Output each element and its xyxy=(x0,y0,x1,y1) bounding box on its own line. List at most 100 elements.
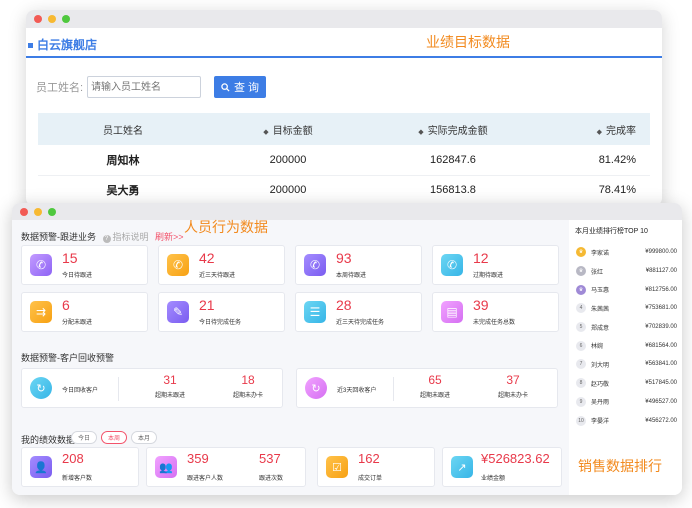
recycle-section-title: 数据预警-客户回收预警 xyxy=(21,353,114,363)
employee-search-input[interactable] xyxy=(87,76,202,98)
minimize-dot[interactable] xyxy=(34,207,42,216)
metric-explanation[interactable]: ? 指标说明 xyxy=(102,232,149,243)
ranking-sidebar: 本月业绩排行榜TOP 10 ♛ 李家诺 ¥999800.00 ♛ 张红 ¥881127.… xyxy=(569,220,682,495)
perf-amount[interactable]: ↗ ¥526823.62 业绩金额 xyxy=(442,447,562,487)
phone-icon: ✆ xyxy=(167,254,189,276)
rank-amount: ¥753681.00 xyxy=(645,305,677,312)
task-card-total[interactable]: ▤ 39 未完成任务总数 xyxy=(432,292,559,332)
maximize-dot[interactable] xyxy=(62,15,70,23)
recycle-today-card[interactable]: ↻ 今日回收客户 31 超期未跟进 18 超期未办卡 xyxy=(21,368,283,408)
table-row[interactable]: 吴大勇 200000 156813.8 78.41% xyxy=(38,175,650,206)
ranking-row[interactable]: 4 朱茜茜 ¥753681.00 xyxy=(573,299,679,318)
rank-name: 李家诺 xyxy=(591,250,610,257)
task-card-3days[interactable]: ☰ 28 近三天待完成任务 xyxy=(295,292,422,332)
stat-label: 超期未跟进 xyxy=(419,393,450,399)
chart-icon: ↗ xyxy=(451,456,473,478)
rank-amount: ¥999800.00 xyxy=(645,249,677,256)
tab-week[interactable]: 本周 xyxy=(101,431,128,444)
tab-today[interactable]: 今日 xyxy=(71,431,98,444)
close-dot[interactable] xyxy=(34,15,42,23)
tab-month[interactable]: 本月 xyxy=(131,431,158,444)
rank-name: 郑成意 xyxy=(591,325,610,332)
recycle-stat: 37 超期未办卡 xyxy=(483,373,543,399)
rank-name: 吴丹雨 xyxy=(591,400,610,407)
callout-behavior-data: 人员行为数据 xyxy=(184,220,268,236)
cell-actual: 162847.6 xyxy=(368,145,538,176)
task-card-today[interactable]: ✎ 21 今日待完成任务 xyxy=(158,292,285,332)
sort-icon: ◆ xyxy=(418,128,424,136)
stage: 白云旗舰店 业绩目标数据 员工姓名: 查 询 员工姓名 ◆目标金额 ◆实际完成金… xyxy=(0,0,692,508)
rank-number: 8 xyxy=(576,378,586,389)
card-value: 28 xyxy=(336,297,352,313)
medal-bronze-icon: ♛ xyxy=(576,284,586,295)
rank-number: 5 xyxy=(576,322,586,333)
ranking-row[interactable]: ♛ 张红 ¥881127.00 xyxy=(573,262,679,281)
medal-silver-icon: ♛ xyxy=(576,266,586,277)
card-value: 93 xyxy=(336,250,352,266)
minimize-dot[interactable] xyxy=(48,15,56,23)
perf-new-customers[interactable]: 👤 208 新增客户数 xyxy=(21,447,139,487)
phone-icon: ✆ xyxy=(441,254,463,276)
clipboard-icon: ☑ xyxy=(326,456,348,478)
ranking-row[interactable]: 5 郑成意 ¥702839.00 xyxy=(573,318,679,337)
query-button-label: 查 询 xyxy=(233,82,260,94)
recycle-stat: 18 超期未办卡 xyxy=(218,373,278,399)
maximize-dot[interactable] xyxy=(48,207,56,216)
rank-number: 4 xyxy=(576,303,586,314)
table-row[interactable]: 周知林 200000 162847.6 81.42% xyxy=(38,145,650,176)
medal-gold-icon: ♛ xyxy=(576,247,586,258)
metric-explanation-label: 指标说明 xyxy=(112,232,149,242)
col-header-label: 实际完成金额 xyxy=(427,125,488,137)
group-icon: 👥 xyxy=(155,456,177,478)
sort-icon: ◆ xyxy=(263,128,269,136)
stat-value: 31 xyxy=(163,373,177,387)
ranking-row[interactable]: 6 林婉 ¥681564.00 xyxy=(573,336,679,355)
perf-label: 成交订单 xyxy=(358,476,383,482)
recycle-icon: ↻ xyxy=(30,377,52,399)
followup-title: 数据预警-跟进业务 xyxy=(21,232,96,242)
ranking-row[interactable]: 10 李晏洋 ¥456272.00 xyxy=(573,411,679,430)
followup-card-3days[interactable]: ✆ 42 近三天待跟进 xyxy=(158,245,285,285)
ranking-row[interactable]: 7 刘大明 ¥563841.00 xyxy=(573,355,679,374)
recycle-3days-card[interactable]: ↻ 近3天回收客户 65 超期未跟进 37 超期未办卡 xyxy=(296,368,558,408)
col-header-actual[interactable]: ◆ 实际完成金额 xyxy=(368,113,538,145)
stat-value: 37 xyxy=(506,373,520,387)
query-button[interactable]: 查 询 xyxy=(214,76,266,98)
col-header-label: 员工姓名 xyxy=(103,125,143,137)
ranking-title: 本月业绩排行榜TOP 10 xyxy=(575,228,648,235)
table-header-row: 员工姓名 ◆ 目标金额 ◆ 实际完成金额 ◆ 完成率 xyxy=(38,113,650,145)
col-header-rate[interactable]: ◆ 完成率 xyxy=(538,113,650,145)
sort-icon: ◆ xyxy=(596,128,602,136)
stat-value: 65 xyxy=(428,373,442,387)
store-name: 白云旗舰店 xyxy=(28,36,97,53)
perf-label: 新增客户数 xyxy=(62,476,93,482)
rank-name: 李晏洋 xyxy=(591,419,610,426)
ranking-row[interactable]: ♛ 李家诺 ¥999800.00 xyxy=(573,243,679,262)
followup-card-expired[interactable]: ✆ 12 过期待跟进 xyxy=(432,245,559,285)
cell-actual: 156813.8 xyxy=(368,175,538,206)
followup-card-week[interactable]: ✆ 93 本周待跟进 xyxy=(295,245,422,285)
col-header-name[interactable]: 员工姓名 xyxy=(38,113,208,145)
perf-orders[interactable]: ☑ 162 成交订单 xyxy=(317,447,435,487)
followup-card-today[interactable]: ✆ 15 今日待跟进 xyxy=(21,245,148,285)
rank-name: 张红 xyxy=(591,269,604,276)
col-header-target[interactable]: ◆ 目标金额 xyxy=(208,113,368,145)
ranking-row[interactable]: 9 吴丹雨 ¥496527.00 xyxy=(573,393,679,412)
recycle-icon: ↻ xyxy=(305,377,327,399)
recycle-label: 近3天回收客户 xyxy=(337,388,377,394)
perf-value: 537 xyxy=(259,451,281,466)
recycle-stat: 31 超期未跟进 xyxy=(140,373,200,399)
rank-amount: ¥681564.00 xyxy=(645,342,677,349)
window-titlebar xyxy=(12,203,682,220)
ranking-row[interactable]: 8 赵巧敬 ¥517845.00 xyxy=(573,374,679,393)
refresh-link[interactable]: 刷新>> xyxy=(155,232,184,242)
close-dot[interactable] xyxy=(20,207,28,216)
ranking-row[interactable]: ♛ 马玉惠 ¥812756.00 xyxy=(573,280,679,299)
rank-amount: ¥812756.00 xyxy=(645,286,677,293)
perf-value: ¥526823.62 xyxy=(481,451,550,466)
cell-name: 吴大勇 xyxy=(38,175,208,206)
card-label: 近三天待完成任务 xyxy=(336,320,385,326)
perf-followups[interactable]: 👥 359 跟进客户人数 537 跟进次数 xyxy=(146,447,306,487)
task-card-unassigned[interactable]: ⇉ 6 分配未跟进 xyxy=(21,292,148,332)
ranking-list: ♛ 李家诺 ¥999800.00 ♛ 张红 ¥881127.00 ♛ 马玉惠 ¥812756… xyxy=(573,243,679,430)
